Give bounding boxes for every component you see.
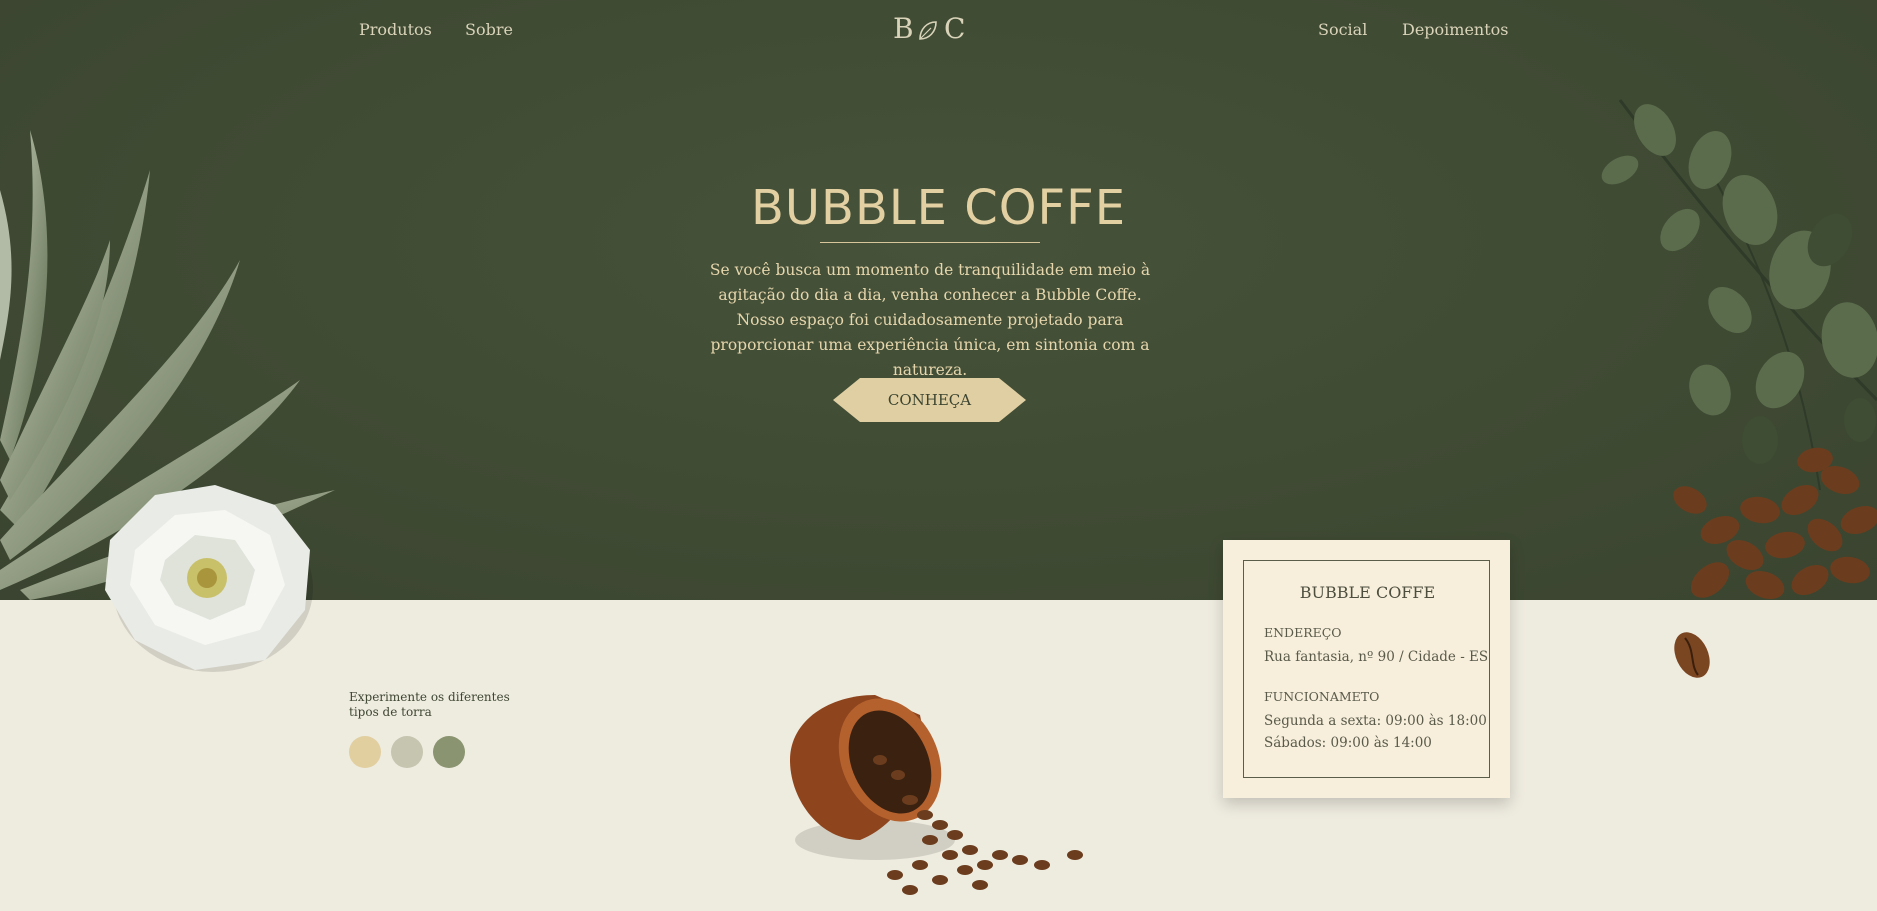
- hours-heading: FUNCIONAMETO: [1264, 689, 1380, 704]
- white-rose-image: [105, 485, 313, 672]
- roast-swatch-medium[interactable]: [391, 736, 423, 768]
- hours-saturday: Sábados: 09:00 às 14:00: [1264, 735, 1432, 751]
- coffee-cup-image: [790, 695, 1083, 895]
- logo-letter-c: C: [944, 12, 966, 45]
- address-heading: ENDEREÇO: [1264, 625, 1342, 640]
- info-card: BUBBLE COFFE ENDEREÇO Rua fantasia, nº 9…: [1223, 540, 1510, 798]
- info-card-frame: BUBBLE COFFE ENDEREÇO Rua fantasia, nº 9…: [1243, 560, 1490, 778]
- eucalyptus-branch-image: [1601, 99, 1877, 490]
- logo-letter-b: B: [893, 12, 914, 45]
- nav-produtos-link[interactable]: Produtos: [359, 20, 432, 39]
- logo[interactable]: B C: [890, 12, 966, 48]
- roast-swatch-light[interactable]: [349, 736, 381, 768]
- info-card-title: BUBBLE COFFE: [1299, 583, 1436, 602]
- hero-description: Se você busca um momento de tranquilidad…: [709, 261, 1151, 379]
- leaf-icon: [919, 21, 937, 40]
- address-text: Rua fantasia, nº 90 / Cidade - ES: [1264, 649, 1489, 665]
- coffee-beans-image: [1673, 447, 1877, 678]
- hours-weekdays: Segunda a sexta: 09:00 às 18:00: [1264, 713, 1487, 729]
- nav-social-link[interactable]: Social: [1318, 20, 1367, 39]
- roast-swatch-dark[interactable]: [433, 736, 465, 768]
- conheca-button[interactable]: CONHEÇA: [833, 378, 1026, 422]
- nav-sobre-link[interactable]: Sobre: [465, 20, 513, 39]
- roast-label: Experimente os diferentes tipos de torra: [349, 690, 510, 719]
- hero-title: BUBBLE COFFE: [750, 180, 1127, 236]
- nav-depoimentos-link[interactable]: Depoimentos: [1402, 20, 1509, 39]
- title-divider: [820, 242, 1040, 243]
